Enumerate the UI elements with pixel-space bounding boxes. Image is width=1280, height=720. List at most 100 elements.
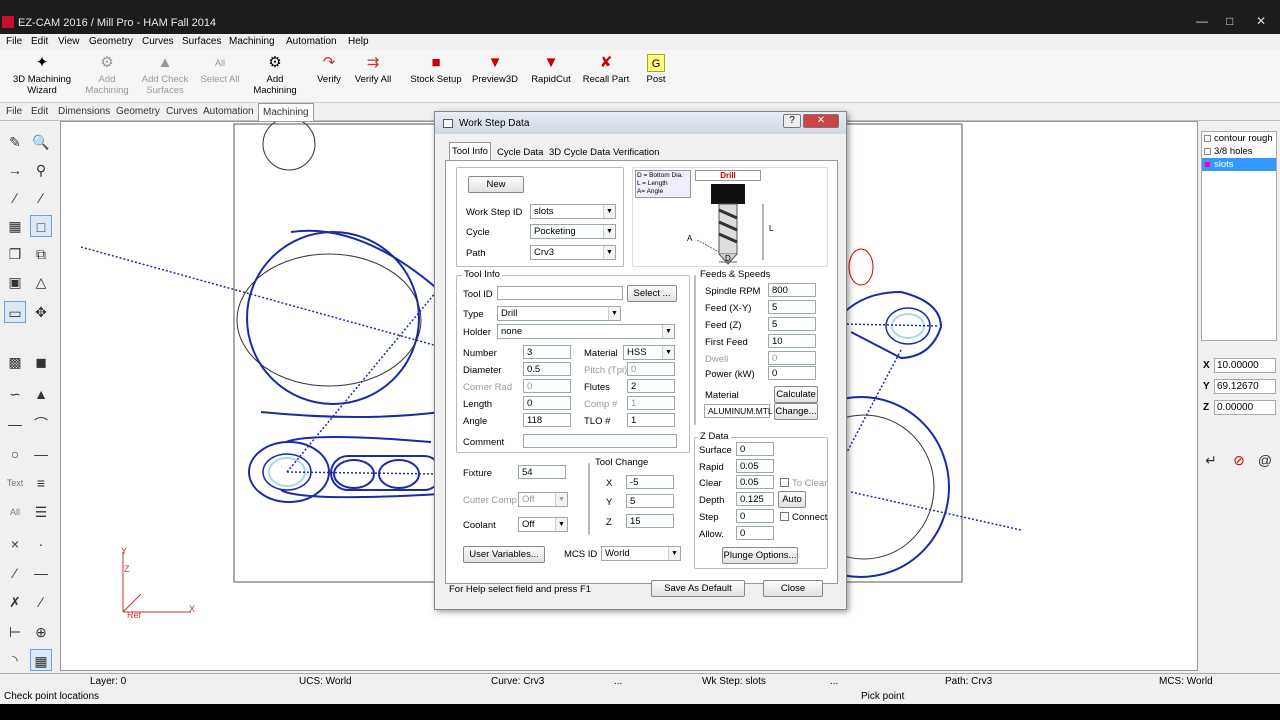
tc-z-input[interactable]: 15 (626, 514, 674, 528)
clear-input[interactable]: 0.05 (736, 475, 774, 489)
tab-automation[interactable]: Automation (203, 106, 254, 117)
solid-view-icon[interactable]: ▭ (4, 301, 26, 323)
pointer-icon[interactable]: ⊢ (4, 621, 26, 643)
mirror-icon[interactable]: ✗ (4, 591, 26, 613)
tree-item[interactable]: 3/8 holes (1202, 145, 1276, 158)
shade-icon[interactable]: ▲ (30, 383, 52, 405)
tc-y-input[interactable]: 5 (626, 494, 674, 508)
grid-icon[interactable]: ▦ (4, 215, 26, 237)
tab-file[interactable]: File (6, 106, 22, 117)
menu-curves[interactable]: Curves (142, 36, 174, 47)
surface-input[interactable]: 0 (736, 442, 774, 456)
cycle-select[interactable]: Pocketing ▼ (530, 224, 616, 239)
trim-icon[interactable]: × (4, 533, 26, 555)
close-window-icon[interactable]: ✕ (1256, 14, 1266, 28)
cancel-icon[interactable]: ⊘ (1228, 449, 1250, 471)
angle-input[interactable]: 118 (523, 413, 571, 427)
snap-grid-icon[interactable]: ▦ (30, 649, 52, 671)
dash-icon[interactable]: — (4, 413, 26, 435)
stock-setup-button[interactable]: ■ Stock Setup (408, 54, 464, 85)
number-input[interactable]: 3 (523, 345, 571, 359)
rapid-input[interactable]: 0.05 (736, 459, 774, 473)
dwell-input[interactable]: 0 (768, 351, 816, 365)
zoom-window-icon[interactable]: 🔍 (30, 131, 52, 153)
z-coord-field[interactable]: 0.00000 (1214, 400, 1276, 415)
step-input[interactable]: 0 (736, 509, 774, 523)
tab-edit[interactable]: Edit (31, 106, 48, 117)
round-icon[interactable]: ◝ (4, 649, 26, 671)
add-machining-button[interactable]: ⚙ Add Machining (82, 54, 132, 96)
arrow-icon[interactable]: → (4, 159, 26, 181)
list-icon[interactable]: ☰ (30, 501, 52, 523)
mcs-id-select[interactable]: World ▼ (601, 546, 681, 561)
all-tool[interactable]: All (4, 501, 26, 523)
corner-rad-input[interactable]: 0 (523, 379, 571, 393)
menu-geometry[interactable]: Geometry (89, 36, 133, 47)
dim-icon[interactable]: ∙ (30, 533, 52, 555)
connect-checkbox[interactable] (780, 512, 789, 521)
menu-machining[interactable]: Machining (229, 36, 275, 47)
status-curve-more[interactable]: ... (614, 676, 622, 687)
add-machining2-button[interactable]: ⚙ Add Machining (248, 54, 302, 96)
line-icon[interactable]: ∕ (4, 187, 26, 209)
rpm-input[interactable]: 800 (768, 283, 816, 297)
tab-tool-info[interactable]: Tool Info (449, 142, 491, 161)
tab-cycle-data[interactable]: Cycle Data (495, 144, 545, 160)
depth-input[interactable]: 0.125 (736, 492, 774, 506)
arc-icon[interactable]: ⌒ (30, 413, 52, 435)
verify-all-button[interactable]: ⇉ Verify All (352, 54, 394, 85)
status-wkstep-more[interactable]: ... (830, 676, 838, 687)
pitch-input[interactable]: 0 (627, 362, 675, 376)
to-clear-checkbox[interactable] (780, 478, 789, 487)
slant-icon[interactable]: ⁄ (4, 562, 26, 584)
dialog-close-icon[interactable]: ✕ (803, 114, 839, 128)
scale-icon[interactable]: ▣ (4, 271, 26, 293)
select-tool-button[interactable]: Select ... (627, 285, 677, 302)
flutes-input[interactable]: 2 (627, 379, 675, 393)
fixture-input[interactable]: 54 (518, 465, 566, 479)
path-select[interactable]: Crv3 ▼ (530, 245, 616, 260)
post-button[interactable]: G Post (642, 54, 670, 85)
line2-icon[interactable]: ∕ (30, 187, 52, 209)
first-feed-input[interactable]: 10 (768, 334, 816, 348)
new-button[interactable]: New (468, 176, 524, 193)
menu-help[interactable]: Help (348, 36, 369, 47)
x-coord-field[interactable]: 10.00000 (1214, 358, 1276, 373)
tab-verification[interactable]: Verification (611, 144, 661, 160)
coolant-select[interactable]: Off ▼ (518, 517, 568, 532)
feed-xy-input[interactable]: 5 (768, 300, 816, 314)
comment-input[interactable] (523, 434, 677, 448)
menu-surfaces[interactable]: Surfaces (182, 36, 221, 47)
tab-geometry[interactable]: Geometry (116, 106, 160, 117)
move-icon[interactable]: ✥ (30, 301, 52, 323)
slash-icon[interactable]: ∕ (30, 591, 52, 613)
wire-icon[interactable]: △ (30, 271, 52, 293)
comp-input[interactable]: 1 (627, 396, 675, 410)
cutter-comp-select[interactable]: Off ▼ (518, 492, 568, 507)
tree-item[interactable]: contour rough (1202, 132, 1276, 145)
dash2-icon[interactable]: — (30, 562, 52, 584)
zoom-icon[interactable]: ⚲ (30, 159, 52, 181)
tab-dimensions[interactable]: Dimensions (58, 106, 110, 117)
spline-icon[interactable]: ∽ (4, 383, 26, 405)
maximize-icon[interactable]: □ (1226, 14, 1233, 28)
calculate-button[interactable]: Calculate (774, 386, 818, 403)
tc-x-input[interactable]: -5 (626, 475, 674, 489)
hline-icon[interactable]: — (30, 443, 52, 465)
ws-id-select[interactable]: slots ▼ (530, 204, 616, 219)
tab-3d-cycle-data[interactable]: 3D Cycle Data (547, 144, 612, 160)
tree-item-selected[interactable]: slots (1202, 158, 1276, 171)
preview3d-button[interactable]: ▼ Preview3D (472, 54, 518, 85)
tab-curves[interactable]: Curves (166, 106, 198, 117)
length-input[interactable]: 0 (523, 396, 571, 410)
verify-button[interactable]: ↷ Verify (312, 54, 346, 85)
select-all-button[interactable]: All Select All (198, 54, 242, 85)
copy-icon[interactable]: ❐ (4, 243, 26, 265)
recall-part-button[interactable]: ✘ Recall Part (582, 54, 630, 85)
menu-edit[interactable]: Edit (31, 36, 48, 47)
save-default-button[interactable]: Save As Default (651, 580, 745, 597)
circle-icon[interactable]: ○ (4, 443, 26, 465)
menu-file[interactable]: File (6, 36, 22, 47)
menu-automation[interactable]: Automation (286, 36, 337, 47)
close-button[interactable]: Close (763, 580, 823, 597)
